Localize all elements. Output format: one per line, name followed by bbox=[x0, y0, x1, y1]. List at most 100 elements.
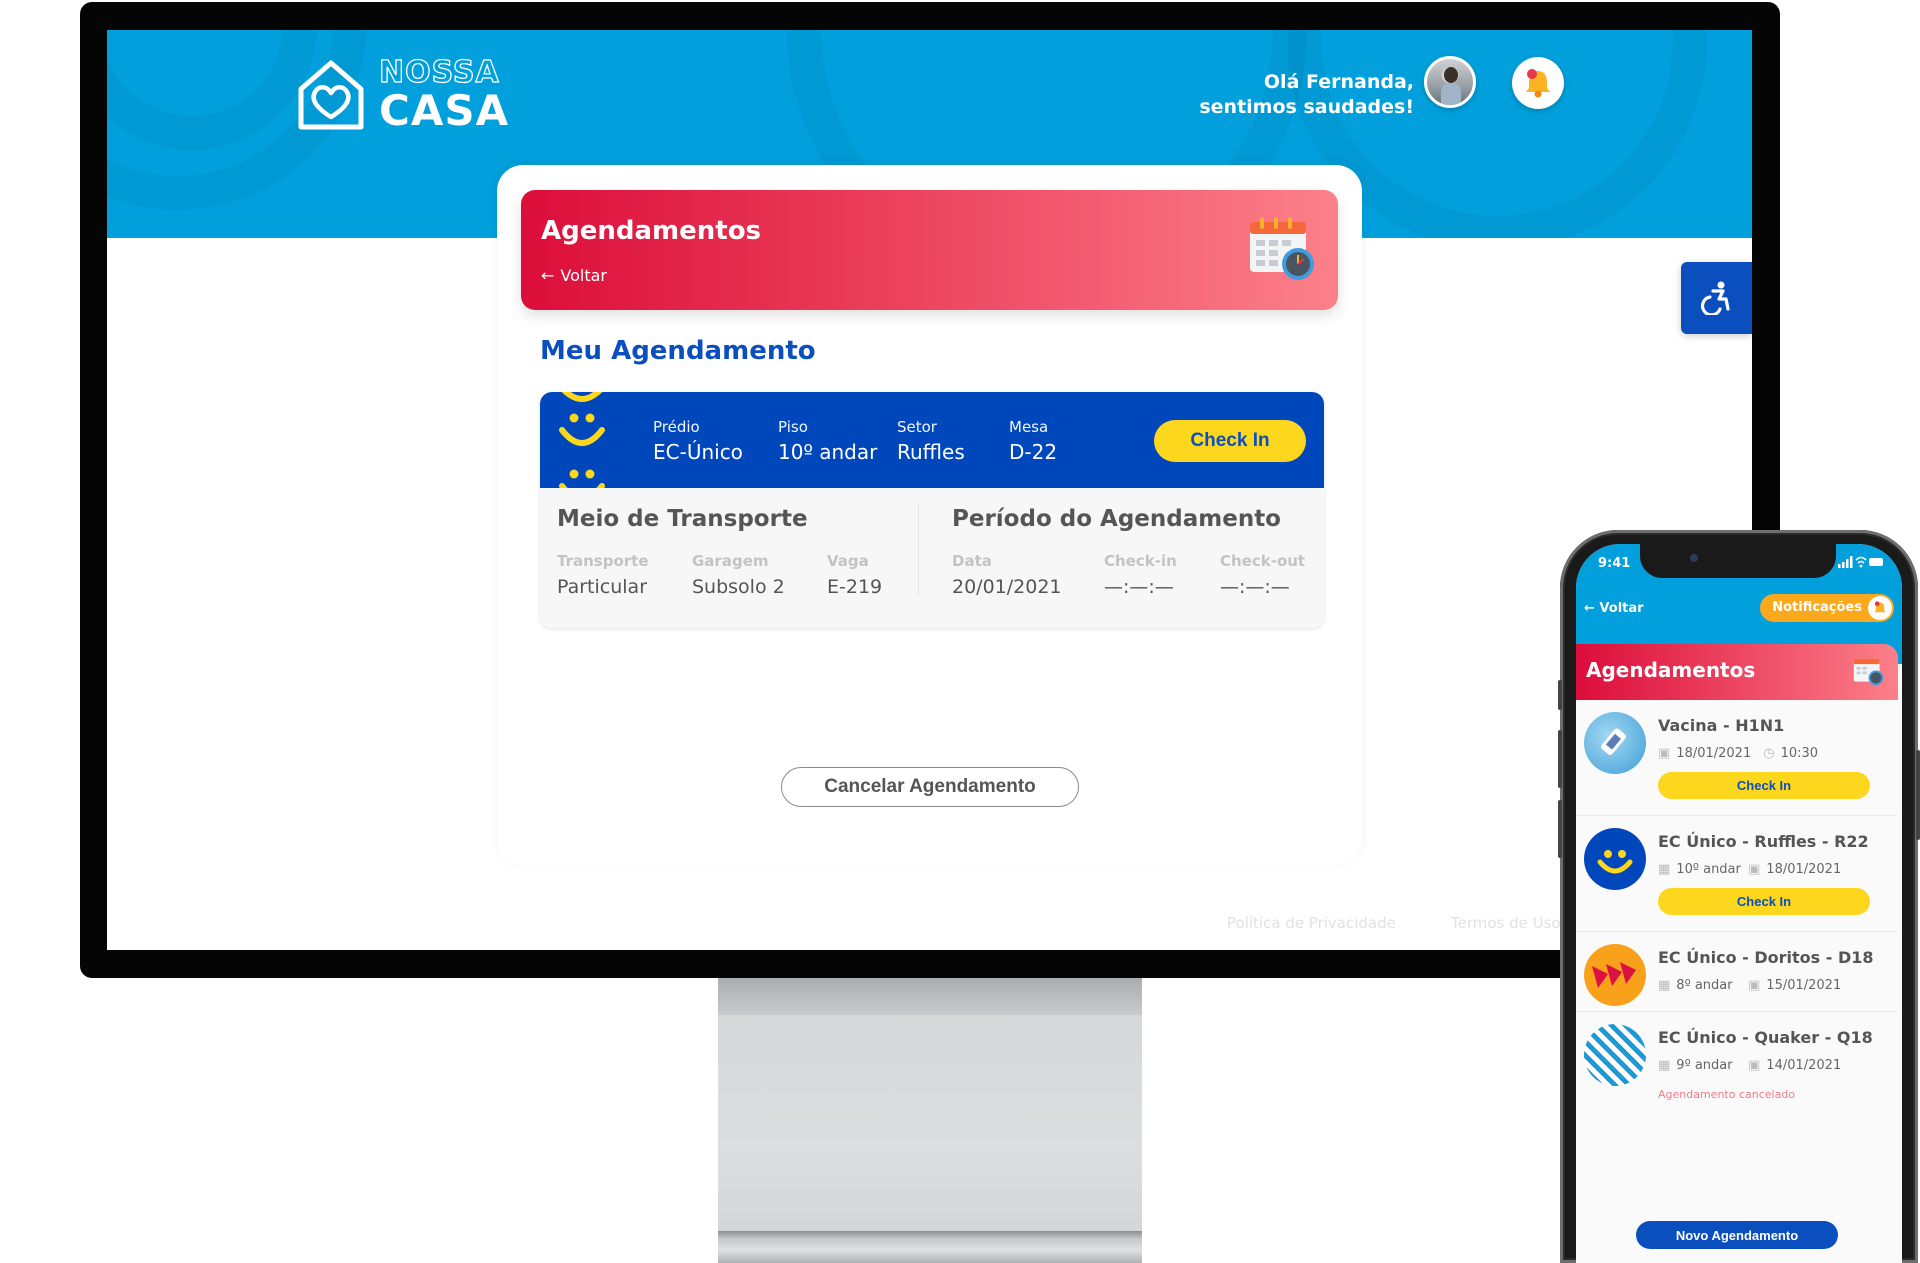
period-title: Período do Agendamento bbox=[952, 506, 1281, 532]
item-title: EC Único - Quaker - Q18 bbox=[1658, 1028, 1873, 1047]
user-avatar[interactable] bbox=[1424, 56, 1476, 108]
item-date: 18/01/2021 bbox=[1766, 862, 1842, 877]
calendar-icon: ▣ bbox=[1748, 1058, 1761, 1073]
item-floor: 10º andar bbox=[1676, 862, 1741, 877]
terms-of-use-link[interactable]: Termos de Uso bbox=[1451, 914, 1561, 932]
field-value: Subsolo 2 bbox=[692, 576, 785, 598]
field-vaga: Vaga E-219 bbox=[827, 552, 882, 598]
ruffles-smile-icon bbox=[559, 392, 605, 500]
status-icons bbox=[1838, 556, 1883, 568]
details-divider bbox=[918, 504, 919, 596]
booking-card: Prédio EC-Único Piso 10º andar Setor Ruf… bbox=[540, 392, 1324, 628]
booking-summary-strip: Prédio EC-Único Piso 10º andar Setor Ruf… bbox=[540, 392, 1324, 500]
calendar-clock-icon bbox=[1250, 217, 1314, 280]
building-icon: ▦ bbox=[1658, 862, 1671, 877]
mobile-notifications-button[interactable]: Notificações bbox=[1760, 594, 1894, 622]
cancel-booking-button[interactable]: Cancelar Agendamento bbox=[781, 767, 1079, 807]
list-item[interactable]: EC Único - Doritos - D18 ▦ 8º andar ▣ 15/… bbox=[1576, 932, 1898, 1012]
wheelchair-icon bbox=[1700, 281, 1730, 315]
field-data: Data 20/01/2021 bbox=[952, 552, 1062, 598]
quaker-stripes-icon bbox=[1584, 1024, 1646, 1086]
greeting-line-1: Olá Fernanda, bbox=[1263, 71, 1414, 93]
list-item[interactable]: Vacina - H1N1 ▣ 18/01/2021 ◷ 10:30 Check… bbox=[1576, 700, 1898, 816]
field-value: D-22 bbox=[1009, 440, 1058, 464]
clock-icon: ◷ bbox=[1763, 746, 1775, 761]
doritos-icon bbox=[1584, 944, 1646, 1006]
building-icon: ▦ bbox=[1658, 1058, 1671, 1073]
mobile-page-title: Agendamentos bbox=[1586, 658, 1756, 682]
field-value: 20/01/2021 bbox=[952, 576, 1062, 598]
field-label: Transporte bbox=[557, 552, 649, 570]
mobile-device: 9:41 ← Voltar Notificações Agendamentos bbox=[1558, 530, 1920, 1263]
section-title: Meu Agendamento bbox=[540, 336, 816, 366]
item-meta: ▦ 9º andar ▣ 14/01/2021 bbox=[1658, 1058, 1841, 1073]
item-title: Vacina - H1N1 bbox=[1658, 716, 1785, 735]
cancelled-status: Agendamento cancelado bbox=[1658, 1088, 1796, 1101]
field-label: Check-out bbox=[1220, 552, 1306, 570]
field-check-out: Check-out —:—:— bbox=[1220, 552, 1305, 598]
field-transporte: Transporte Particular bbox=[557, 552, 649, 598]
calendar-clock-icon bbox=[1853, 658, 1884, 686]
item-meta: ▣ 18/01/2021 ◷ 10:30 bbox=[1658, 746, 1818, 761]
bell-icon bbox=[1868, 596, 1892, 620]
field-value: —:—:— bbox=[1220, 576, 1290, 598]
status-time: 9:41 bbox=[1598, 556, 1631, 571]
field-label: Prédio bbox=[653, 418, 700, 436]
building-icon: ▦ bbox=[1658, 978, 1671, 993]
item-meta: ▦ 10º andar ▣ 18/01/2021 bbox=[1658, 862, 1841, 877]
field-label: Vaga bbox=[827, 552, 869, 570]
back-label: Voltar bbox=[1599, 601, 1644, 616]
arrow-left-icon: ← bbox=[541, 266, 555, 285]
field-label: Garagem bbox=[692, 552, 769, 570]
logo-casa-text: CASA bbox=[379, 86, 510, 135]
item-check-in-button[interactable]: Check In bbox=[1658, 772, 1870, 799]
notifications-button[interactable] bbox=[1512, 57, 1564, 109]
field-label: Mesa bbox=[1009, 418, 1049, 436]
monitor-bezel: NOSSA CASA Olá Fernanda, sentimos saudad… bbox=[80, 2, 1780, 978]
vaccine-icon bbox=[1584, 712, 1646, 774]
arrow-left-icon: ← bbox=[1584, 601, 1600, 616]
item-floor: 9º andar bbox=[1676, 1058, 1733, 1073]
transport-title: Meio de Transporte bbox=[557, 506, 808, 532]
back-label: Voltar bbox=[560, 266, 607, 285]
privacy-policy-link[interactable]: Política de Privacidade bbox=[1227, 914, 1396, 932]
notch bbox=[1640, 544, 1836, 578]
back-link[interactable]: ← Voltar bbox=[541, 266, 607, 285]
nossa-casa-logo[interactable]: NOSSA CASA bbox=[297, 55, 510, 135]
field-value: Ruffles bbox=[897, 440, 965, 464]
field-check-in: Check-in —:—:— bbox=[1104, 552, 1177, 598]
field-setor: Setor Ruffles bbox=[897, 418, 965, 464]
page-banner: Agendamentos ← Voltar bbox=[521, 190, 1338, 310]
page-title: Agendamentos bbox=[541, 216, 762, 246]
logo-nossa-text: NOSSA bbox=[378, 55, 500, 90]
item-title: EC Único - Doritos - D18 bbox=[1658, 948, 1874, 967]
field-label: Check-in bbox=[1104, 552, 1177, 570]
item-date: 15/01/2021 bbox=[1766, 978, 1842, 993]
appointments-list: Vacina - H1N1 ▣ 18/01/2021 ◷ 10:30 Check… bbox=[1576, 700, 1898, 1112]
item-time: 10:30 bbox=[1780, 746, 1819, 761]
greeting-line-2: sentimos saudades! bbox=[1199, 96, 1414, 118]
mobile-back-link[interactable]: ← Voltar bbox=[1584, 601, 1644, 616]
field-label: Piso bbox=[778, 418, 808, 436]
item-check-in-button[interactable]: Check In bbox=[1658, 888, 1870, 915]
list-item[interactable]: EC Único - Quaker - Q18 ▦ 9º andar ▣ 14/0… bbox=[1576, 1012, 1898, 1112]
notifications-label: Notificações bbox=[1772, 600, 1862, 615]
field-value: E-219 bbox=[827, 576, 883, 598]
bell-icon bbox=[1526, 69, 1550, 98]
accessibility-button[interactable] bbox=[1681, 262, 1752, 334]
calendar-icon: ▣ bbox=[1658, 746, 1671, 761]
booking-details: Meio de Transporte Transporte Particular… bbox=[540, 488, 1324, 628]
item-title: EC Único - Ruffles - R22 bbox=[1658, 832, 1869, 851]
check-in-button[interactable]: Check In bbox=[1154, 420, 1306, 462]
list-item[interactable]: EC Único - Ruffles - R22 ▦ 10º andar ▣ 18… bbox=[1576, 816, 1898, 932]
field-garagem: Garagem Subsolo 2 bbox=[692, 552, 785, 598]
calendar-icon: ▣ bbox=[1748, 862, 1761, 877]
field-mesa: Mesa D-22 bbox=[1009, 418, 1057, 464]
field-value: EC-Único bbox=[653, 440, 743, 464]
new-booking-button[interactable]: Novo Agendamento bbox=[1636, 1221, 1838, 1249]
house-heart-icon bbox=[298, 60, 364, 130]
item-floor: 8º andar bbox=[1676, 978, 1733, 993]
field-label: Data bbox=[952, 552, 992, 570]
ruffles-smile-icon bbox=[1584, 828, 1646, 890]
field-value: Particular bbox=[557, 576, 648, 598]
